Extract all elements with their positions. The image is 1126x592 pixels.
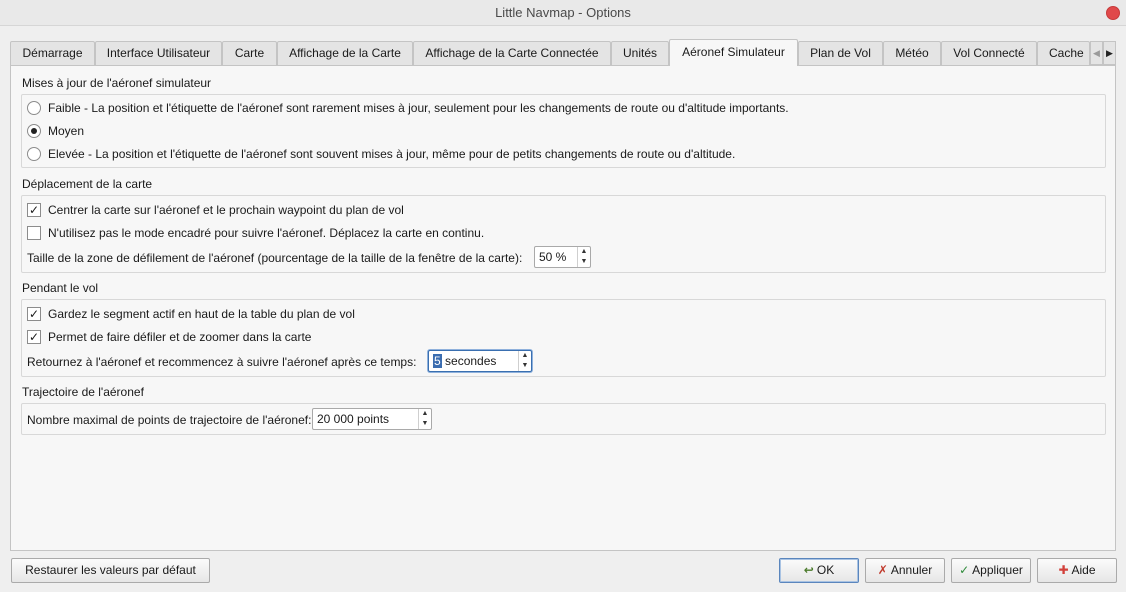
update-high-label: Elevée - La position et l'étiquette de l… bbox=[48, 147, 736, 161]
keep-segment-label: Gardez le segment actif en haut de la ta… bbox=[48, 307, 355, 321]
help-label: Aide bbox=[1071, 563, 1096, 577]
apply-label: Appliquer bbox=[972, 563, 1023, 577]
center-map-checkbox[interactable]: ✓ bbox=[27, 203, 41, 217]
scroll-zone-stepper[interactable]: ▲ ▼ bbox=[577, 247, 590, 267]
max-points-spinbox[interactable]: 20 000 points ▲ ▼ bbox=[312, 408, 432, 430]
spin-up-icon[interactable]: ▲ bbox=[419, 409, 431, 419]
tab-cache[interactable]: Cache bbox=[1037, 41, 1090, 65]
allow-scroll-label: Permet de faire défiler et de zoomer dan… bbox=[48, 330, 312, 344]
tab-plan-de-vol[interactable]: Plan de Vol bbox=[798, 41, 883, 65]
scroll-zone-spinbox[interactable]: 50 % ▲ ▼ bbox=[534, 246, 591, 268]
restore-defaults-button[interactable]: Restaurer les valeurs par défaut bbox=[11, 558, 210, 583]
spin-up-icon[interactable]: ▲ bbox=[578, 247, 590, 257]
update-high-radio[interactable] bbox=[27, 147, 41, 161]
spin-down-icon[interactable]: ▼ bbox=[578, 257, 590, 267]
no-box-mode-label: N'utilisez pas le mode encadré pour suiv… bbox=[48, 226, 485, 240]
help-button[interactable]: ✚ Aide bbox=[1037, 558, 1117, 583]
map-move-section-title: Déplacement de la carte bbox=[22, 177, 153, 191]
tab-scroll-right-icon[interactable]: ▶ bbox=[1103, 41, 1116, 65]
return-delay-unit: secondes bbox=[445, 354, 497, 368]
allow-scroll-checkbox[interactable]: ✓ bbox=[27, 330, 41, 344]
apply-check-icon: ✓ bbox=[959, 563, 970, 577]
window-title: Little Navmap - Options bbox=[495, 5, 631, 20]
close-icon[interactable] bbox=[1106, 6, 1120, 20]
return-delay-stepper[interactable]: ▲ ▼ bbox=[518, 351, 531, 371]
return-delay-label: Retournez à l'aéronef et recommencez à s… bbox=[27, 355, 417, 369]
spin-down-icon[interactable]: ▼ bbox=[419, 419, 431, 429]
tab-unites[interactable]: Unités bbox=[611, 41, 669, 65]
return-delay-spinbox[interactable]: 5 secondes ▲ ▼ bbox=[428, 350, 532, 372]
update-medium-radio[interactable] bbox=[27, 124, 41, 138]
ok-label: OK bbox=[816, 563, 835, 577]
options-panel: Mises à jour de l'aéronef simulateur Fai… bbox=[10, 65, 1116, 551]
ok-icon: ↩ bbox=[803, 563, 814, 577]
tab-meteo[interactable]: Météo bbox=[883, 41, 941, 65]
update-medium-label: Moyen bbox=[48, 124, 85, 138]
tab-scroll-left-icon[interactable]: ◀ bbox=[1090, 41, 1103, 65]
return-delay-number: 5 bbox=[433, 354, 442, 368]
title-bar: Little Navmap - Options bbox=[0, 0, 1126, 26]
update-low-radio[interactable] bbox=[27, 101, 41, 115]
keep-segment-checkbox[interactable]: ✓ bbox=[27, 307, 41, 321]
map-move-group: ✓ Centrer la carte sur l'aéronef et le p… bbox=[21, 195, 1106, 273]
max-points-label: Nombre maximal de points de trajectoire … bbox=[27, 413, 312, 427]
tab-interface-utilisateur[interactable]: Interface Utilisateur bbox=[95, 41, 222, 65]
update-low-label: Faible - La position et l'étiquette de l… bbox=[48, 101, 789, 115]
tab-vol-connecte[interactable]: Vol Connecté bbox=[941, 41, 1037, 65]
updates-group: Faible - La position et l'étiquette de l… bbox=[21, 94, 1106, 168]
tab-bar: Démarrage Interface Utilisateur Carte Af… bbox=[10, 39, 1116, 66]
max-points-stepper[interactable]: ▲ ▼ bbox=[418, 409, 431, 429]
spin-down-icon[interactable]: ▼ bbox=[519, 361, 531, 371]
center-map-label: Centrer la carte sur l'aéronef et le pro… bbox=[48, 203, 404, 217]
max-points-value: 20 000 points bbox=[317, 412, 390, 426]
trail-section-title: Trajectoire de l'aéronef bbox=[22, 385, 144, 399]
updates-section-title: Mises à jour de l'aéronef simulateur bbox=[22, 76, 212, 90]
cancel-icon: ✗ bbox=[877, 563, 888, 577]
tab-affichage-carte[interactable]: Affichage de la Carte bbox=[277, 41, 413, 65]
ok-button[interactable]: ↩ OK bbox=[779, 558, 859, 583]
flying-section-title: Pendant le vol bbox=[22, 281, 99, 295]
help-lifebuoy-icon: ✚ bbox=[1058, 563, 1069, 577]
trail-group: Nombre maximal de points de trajectoire … bbox=[21, 403, 1106, 435]
flying-group: ✓ Gardez le segment actif en haut de la … bbox=[21, 299, 1106, 377]
scroll-zone-label: Taille de la zone de défilement de l'aér… bbox=[27, 251, 523, 265]
tab-affichage-carte-connectee[interactable]: Affichage de la Carte Connectée bbox=[413, 41, 611, 65]
cancel-button[interactable]: ✗ Annuler bbox=[865, 558, 945, 583]
cancel-label: Annuler bbox=[890, 563, 933, 577]
tab-aeronef-simulateur[interactable]: Aéronef Simulateur bbox=[669, 39, 798, 66]
apply-button[interactable]: ✓ Appliquer bbox=[951, 558, 1031, 583]
tab-carte[interactable]: Carte bbox=[222, 41, 277, 65]
tab-demarrage[interactable]: Démarrage bbox=[10, 41, 95, 65]
no-box-mode-checkbox[interactable] bbox=[27, 226, 41, 240]
return-delay-value: 5 secondes bbox=[433, 351, 496, 371]
scroll-zone-value: 50 % bbox=[539, 250, 567, 264]
spin-up-icon[interactable]: ▲ bbox=[519, 351, 531, 361]
